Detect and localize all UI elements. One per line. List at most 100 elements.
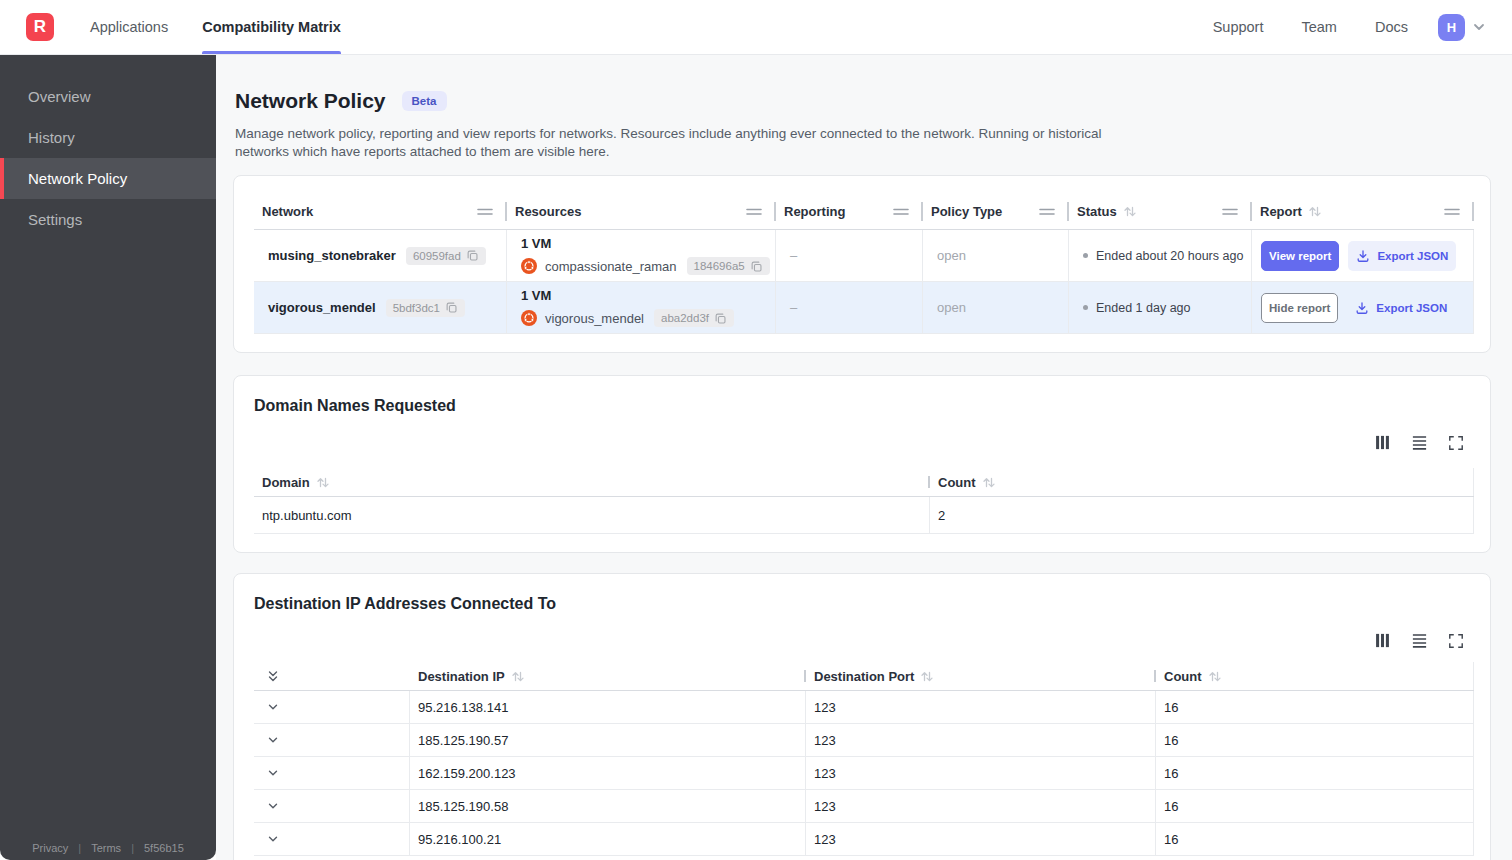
avatar[interactable]: H — [1438, 14, 1465, 41]
rows-icon[interactable] — [1411, 434, 1428, 451]
page-title: Network Policy — [235, 89, 386, 113]
column-header[interactable]: Domain — [254, 468, 930, 497]
column-header[interactable]: Destination Port — [806, 662, 1156, 691]
double-chevron-down-icon[interactable] — [266, 669, 280, 684]
column-resize-handle[interactable] — [746, 204, 762, 219]
column-header[interactable]: Destination IP — [410, 662, 806, 691]
count-cell: 2 — [930, 497, 1474, 534]
export-json-button[interactable]: Export JSON — [1348, 241, 1456, 271]
rows-icon[interactable] — [1411, 632, 1428, 649]
resource-hash-badge[interactable]: 184696a5 — [687, 257, 770, 275]
sidebar-item-overview[interactable]: Overview — [0, 76, 216, 117]
chevron-down-icon[interactable] — [266, 832, 280, 846]
network-row[interactable]: vigorous_mendel 5bdf3dc1 1 VM vigorous_m… — [254, 282, 1474, 334]
domain-row[interactable]: ntp.ubuntu.com 2 — [254, 497, 1474, 534]
copy-icon[interactable] — [714, 312, 727, 325]
resources-cell: 1 VM compassionate_raman 184696a5 — [507, 230, 776, 282]
nav-tab-compatibility-matrix[interactable]: Compatibility Matrix — [202, 0, 341, 54]
copy-icon[interactable] — [445, 301, 458, 314]
nav-right: Support Team Docs H — [1213, 0, 1486, 54]
domains-table-header: Domain Count — [254, 468, 1474, 497]
nav-link-team[interactable]: Team — [1301, 19, 1336, 35]
sort-icon[interactable] — [316, 476, 330, 489]
copy-icon[interactable] — [466, 249, 479, 262]
nav-link-support[interactable]: Support — [1213, 19, 1264, 35]
column-header[interactable]: Report — [1252, 194, 1474, 230]
column-resize-handle[interactable] — [1222, 204, 1238, 219]
column-header[interactable]: Count — [930, 468, 1474, 497]
terms-link[interactable]: Terms — [91, 842, 121, 854]
column-resize-handle[interactable] — [1444, 204, 1460, 219]
resource-hash-badge[interactable]: aba2dd3f — [654, 309, 734, 327]
network-hash-badge[interactable]: 5bdf3dc1 — [386, 299, 465, 317]
app-logo[interactable]: R — [26, 13, 54, 41]
sidebar-item-settings[interactable]: Settings — [0, 199, 216, 240]
column-resize-handle[interactable] — [477, 204, 493, 219]
download-icon — [1355, 301, 1369, 315]
row-expander[interactable] — [254, 790, 410, 823]
column-header[interactable]: Status — [1069, 194, 1252, 230]
policy-type-cell: open — [923, 230, 1069, 282]
destination-row[interactable]: 162.159.200.123 123 16 — [254, 757, 1474, 790]
nav-tab-applications[interactable]: Applications — [90, 0, 168, 54]
copy-icon[interactable] — [750, 260, 763, 273]
destination-row[interactable]: 95.216.100.21 123 16 — [254, 823, 1474, 856]
destinations-card-toolbar — [254, 632, 1464, 649]
destination-ip-cell: 162.159.200.123 — [410, 757, 806, 790]
privacy-link[interactable]: Privacy — [32, 842, 68, 854]
policy-type-cell: open — [923, 282, 1069, 334]
status-dot-icon — [1083, 253, 1088, 258]
column-header[interactable]: Policy Type — [923, 194, 1069, 230]
sort-icon[interactable] — [982, 476, 996, 489]
sort-icon[interactable] — [920, 670, 934, 683]
sort-icon[interactable] — [511, 670, 525, 683]
destination-ip-cell: 95.216.100.21 — [410, 823, 806, 856]
column-header[interactable]: Network — [254, 194, 507, 230]
user-menu[interactable]: H — [1438, 14, 1486, 41]
chevron-down-icon[interactable] — [266, 799, 280, 813]
sidebar-item-network-policy[interactable]: Network Policy — [0, 158, 216, 199]
columns-icon[interactable] — [1374, 434, 1391, 451]
destination-row[interactable]: 95.216.138.141 123 16 — [254, 691, 1474, 724]
row-expander[interactable] — [254, 823, 410, 856]
chevron-down-icon[interactable] — [266, 733, 280, 747]
domain-cell: ntp.ubuntu.com — [254, 497, 930, 534]
chevron-down-icon[interactable] — [1472, 20, 1486, 34]
sidebar: Overview History Network Policy Settings… — [0, 55, 216, 860]
row-expander[interactable] — [254, 724, 410, 757]
top-navbar: R Applications Compatibility Matrix Supp… — [0, 0, 1512, 55]
sidebar-footer: Privacy | Terms | 5f56b15 — [0, 842, 216, 854]
chevron-down-icon[interactable] — [266, 766, 280, 780]
status-cell: Ended 1 day ago — [1069, 282, 1252, 334]
sidebar-item-history[interactable]: History — [0, 117, 216, 158]
network-cell: musing_stonebraker 60959fad — [254, 230, 507, 282]
sort-icon[interactable] — [1208, 670, 1222, 683]
sort-icon[interactable] — [1123, 205, 1137, 218]
column-header[interactable]: Reporting — [776, 194, 923, 230]
columns-icon[interactable] — [1374, 632, 1391, 649]
count-cell: 16 — [1156, 790, 1474, 823]
expand-icon[interactable] — [1448, 435, 1464, 451]
domains-card-title: Domain Names Requested — [254, 397, 1474, 415]
report-button[interactable]: View report — [1261, 241, 1339, 271]
report-button[interactable]: Hide report — [1261, 293, 1338, 323]
network-hash-badge[interactable]: 60959fad — [406, 247, 486, 265]
destination-row[interactable]: 185.125.190.57 123 16 — [254, 724, 1474, 757]
export-json-button[interactable]: Export JSON — [1347, 293, 1455, 323]
row-expander[interactable] — [254, 691, 410, 724]
nav-link-docs[interactable]: Docs — [1375, 19, 1408, 35]
destination-row[interactable]: 185.125.190.58 123 16 — [254, 790, 1474, 823]
network-row[interactable]: musing_stonebraker 60959fad 1 VM compass… — [254, 230, 1474, 282]
expand-icon[interactable] — [1448, 633, 1464, 649]
destination-ip-cell: 185.125.190.57 — [410, 724, 806, 757]
column-header[interactable]: Count — [1156, 662, 1474, 691]
row-expander[interactable] — [254, 757, 410, 790]
networks-table-header: Network Resources — [254, 194, 1474, 230]
sort-icon[interactable] — [1308, 205, 1322, 218]
column-header[interactable]: Resources — [507, 194, 776, 230]
report-cell: View report Export JSON — [1252, 230, 1474, 282]
expand-all-header[interactable] — [254, 662, 410, 691]
column-resize-handle[interactable] — [1039, 204, 1055, 219]
column-resize-handle[interactable] — [893, 204, 909, 219]
chevron-down-icon[interactable] — [266, 700, 280, 714]
